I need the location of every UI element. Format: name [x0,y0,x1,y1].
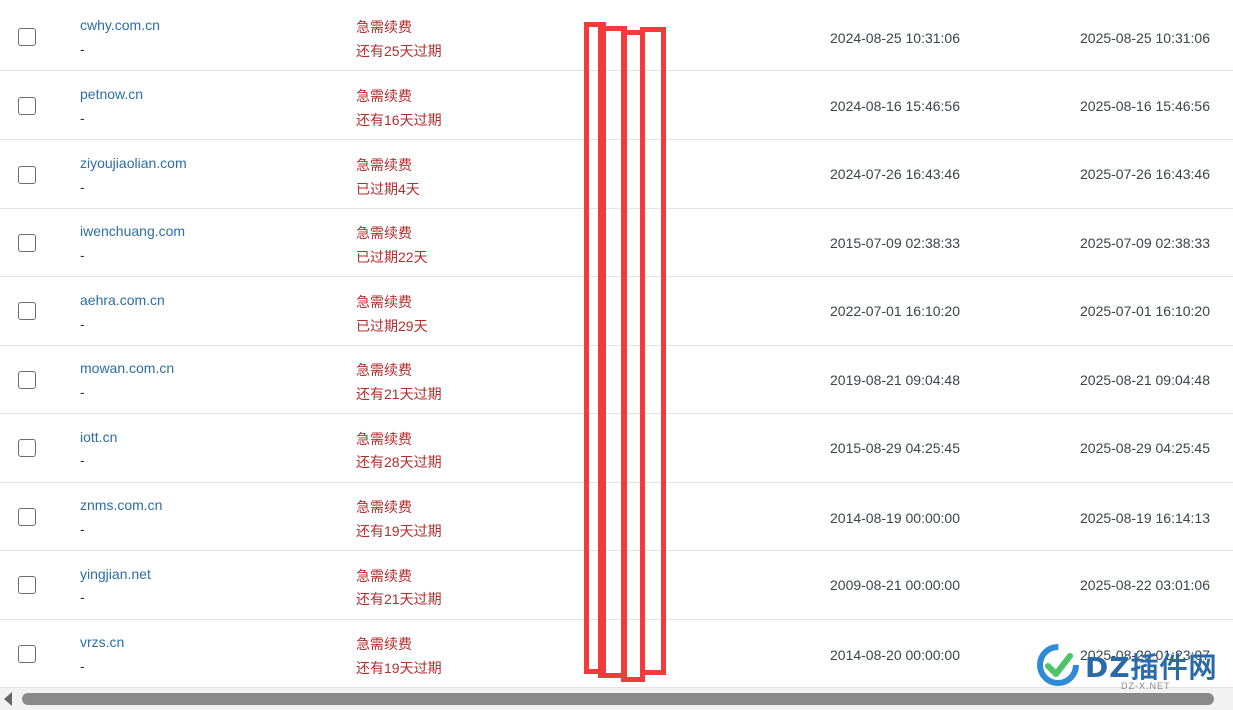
expiry-date: 2025-08-19 16:14:13 [1080,510,1210,526]
watermark: DZ插件网 DZ-X.NET [1035,640,1225,700]
domain-link[interactable]: mowan.com.cn [80,360,174,376]
expiry-note: 已过期22天 [356,249,428,265]
expiry-note: 已过期29天 [356,318,428,334]
row-checkbox[interactable] [18,645,36,663]
dz-logo-icon [1037,644,1079,686]
expiry-date: 2025-08-16 15:46:56 [1080,98,1210,114]
domain-note: - [80,316,85,332]
expiry-note: 还有21天过期 [356,591,442,607]
registered-date: 2015-07-09 02:38:33 [830,235,960,251]
registered-date: 2015-08-29 04:25:45 [830,440,960,456]
renewal-status: 急需续费 [356,88,412,104]
expiry-date: 2025-07-01 16:10:20 [1080,303,1210,319]
row-checkbox[interactable] [18,166,36,184]
expiry-note: 还有28天过期 [356,454,442,470]
expiry-date: 2025-08-29 04:25:45 [1080,440,1210,456]
domain-note: - [80,41,85,57]
row-checkbox[interactable] [18,371,36,389]
watermark-brand: DZ插件网 [1085,651,1218,684]
expiry-date: 2025-08-22 03:01:06 [1080,577,1210,593]
domain-note: - [80,521,85,537]
expiry-date: 2025-08-21 09:04:48 [1080,372,1210,388]
row-checkbox[interactable] [18,97,36,115]
domain-link[interactable]: cwhy.com.cn [80,17,160,33]
domain-link[interactable]: ziyoujiaolian.com [80,155,187,171]
domain-note: - [80,247,85,263]
registered-date: 2014-08-19 00:00:00 [830,510,960,526]
row-checkbox[interactable] [18,439,36,457]
domain-note: - [80,452,85,468]
row-checkbox[interactable] [18,576,36,594]
expiry-note: 还有16天过期 [356,112,442,128]
expiry-note: 还有19天过期 [356,523,442,539]
domain-note: - [80,658,85,674]
expiry-note: 还有19天过期 [356,660,442,676]
registered-date: 2019-08-21 09:04:48 [830,372,960,388]
expiry-note: 还有25天过期 [356,43,442,59]
scroll-left-arrow-icon[interactable] [4,692,12,706]
registered-date: 2022-07-01 16:10:20 [830,303,960,319]
renewal-status: 急需续费 [356,431,412,447]
domain-link[interactable]: znms.com.cn [80,497,162,513]
domain-note: - [80,384,85,400]
domain-link[interactable]: yingjian.net [80,566,151,582]
domain-link[interactable]: iwenchuang.com [80,223,185,239]
domain-note: - [80,110,85,126]
registered-date: 2024-08-25 10:31:06 [830,30,960,46]
row-checkbox[interactable] [18,234,36,252]
renewal-status: 急需续费 [356,568,412,584]
registered-date: 2014-08-20 00:00:00 [830,647,960,663]
registered-date: 2024-07-26 16:43:46 [830,166,960,182]
renewal-status: 急需续费 [356,157,412,173]
renewal-status: 急需续费 [356,499,412,515]
expiry-note: 还有21天过期 [356,386,442,402]
registered-date: 2009-08-21 00:00:00 [830,577,960,593]
domain-link[interactable]: iott.cn [80,429,117,445]
domain-note: - [80,589,85,605]
row-checkbox[interactable] [18,508,36,526]
watermark-url: DZ-X.NET [1121,681,1171,691]
domain-note: - [80,179,85,195]
domain-link[interactable]: vrzs.cn [80,634,124,650]
expiry-date: 2025-08-25 10:31:06 [1080,30,1210,46]
expiry-note: 已过期4天 [356,181,420,197]
registered-date: 2024-08-16 15:46:56 [830,98,960,114]
renewal-status: 急需续费 [356,19,412,35]
renewal-status: 急需续费 [356,225,412,241]
row-checkbox[interactable] [18,302,36,320]
redaction-bar [640,27,666,675]
expiry-date: 2025-07-26 16:43:46 [1080,166,1210,182]
domain-link[interactable]: aehra.com.cn [80,292,165,308]
row-checkbox[interactable] [18,28,36,46]
expiry-date: 2025-07-09 02:38:33 [1080,235,1210,251]
renewal-status: 急需续费 [356,294,412,310]
renewal-status: 急需续费 [356,636,412,652]
renewal-status: 急需续费 [356,362,412,378]
domain-link[interactable]: petnow.cn [80,86,143,102]
